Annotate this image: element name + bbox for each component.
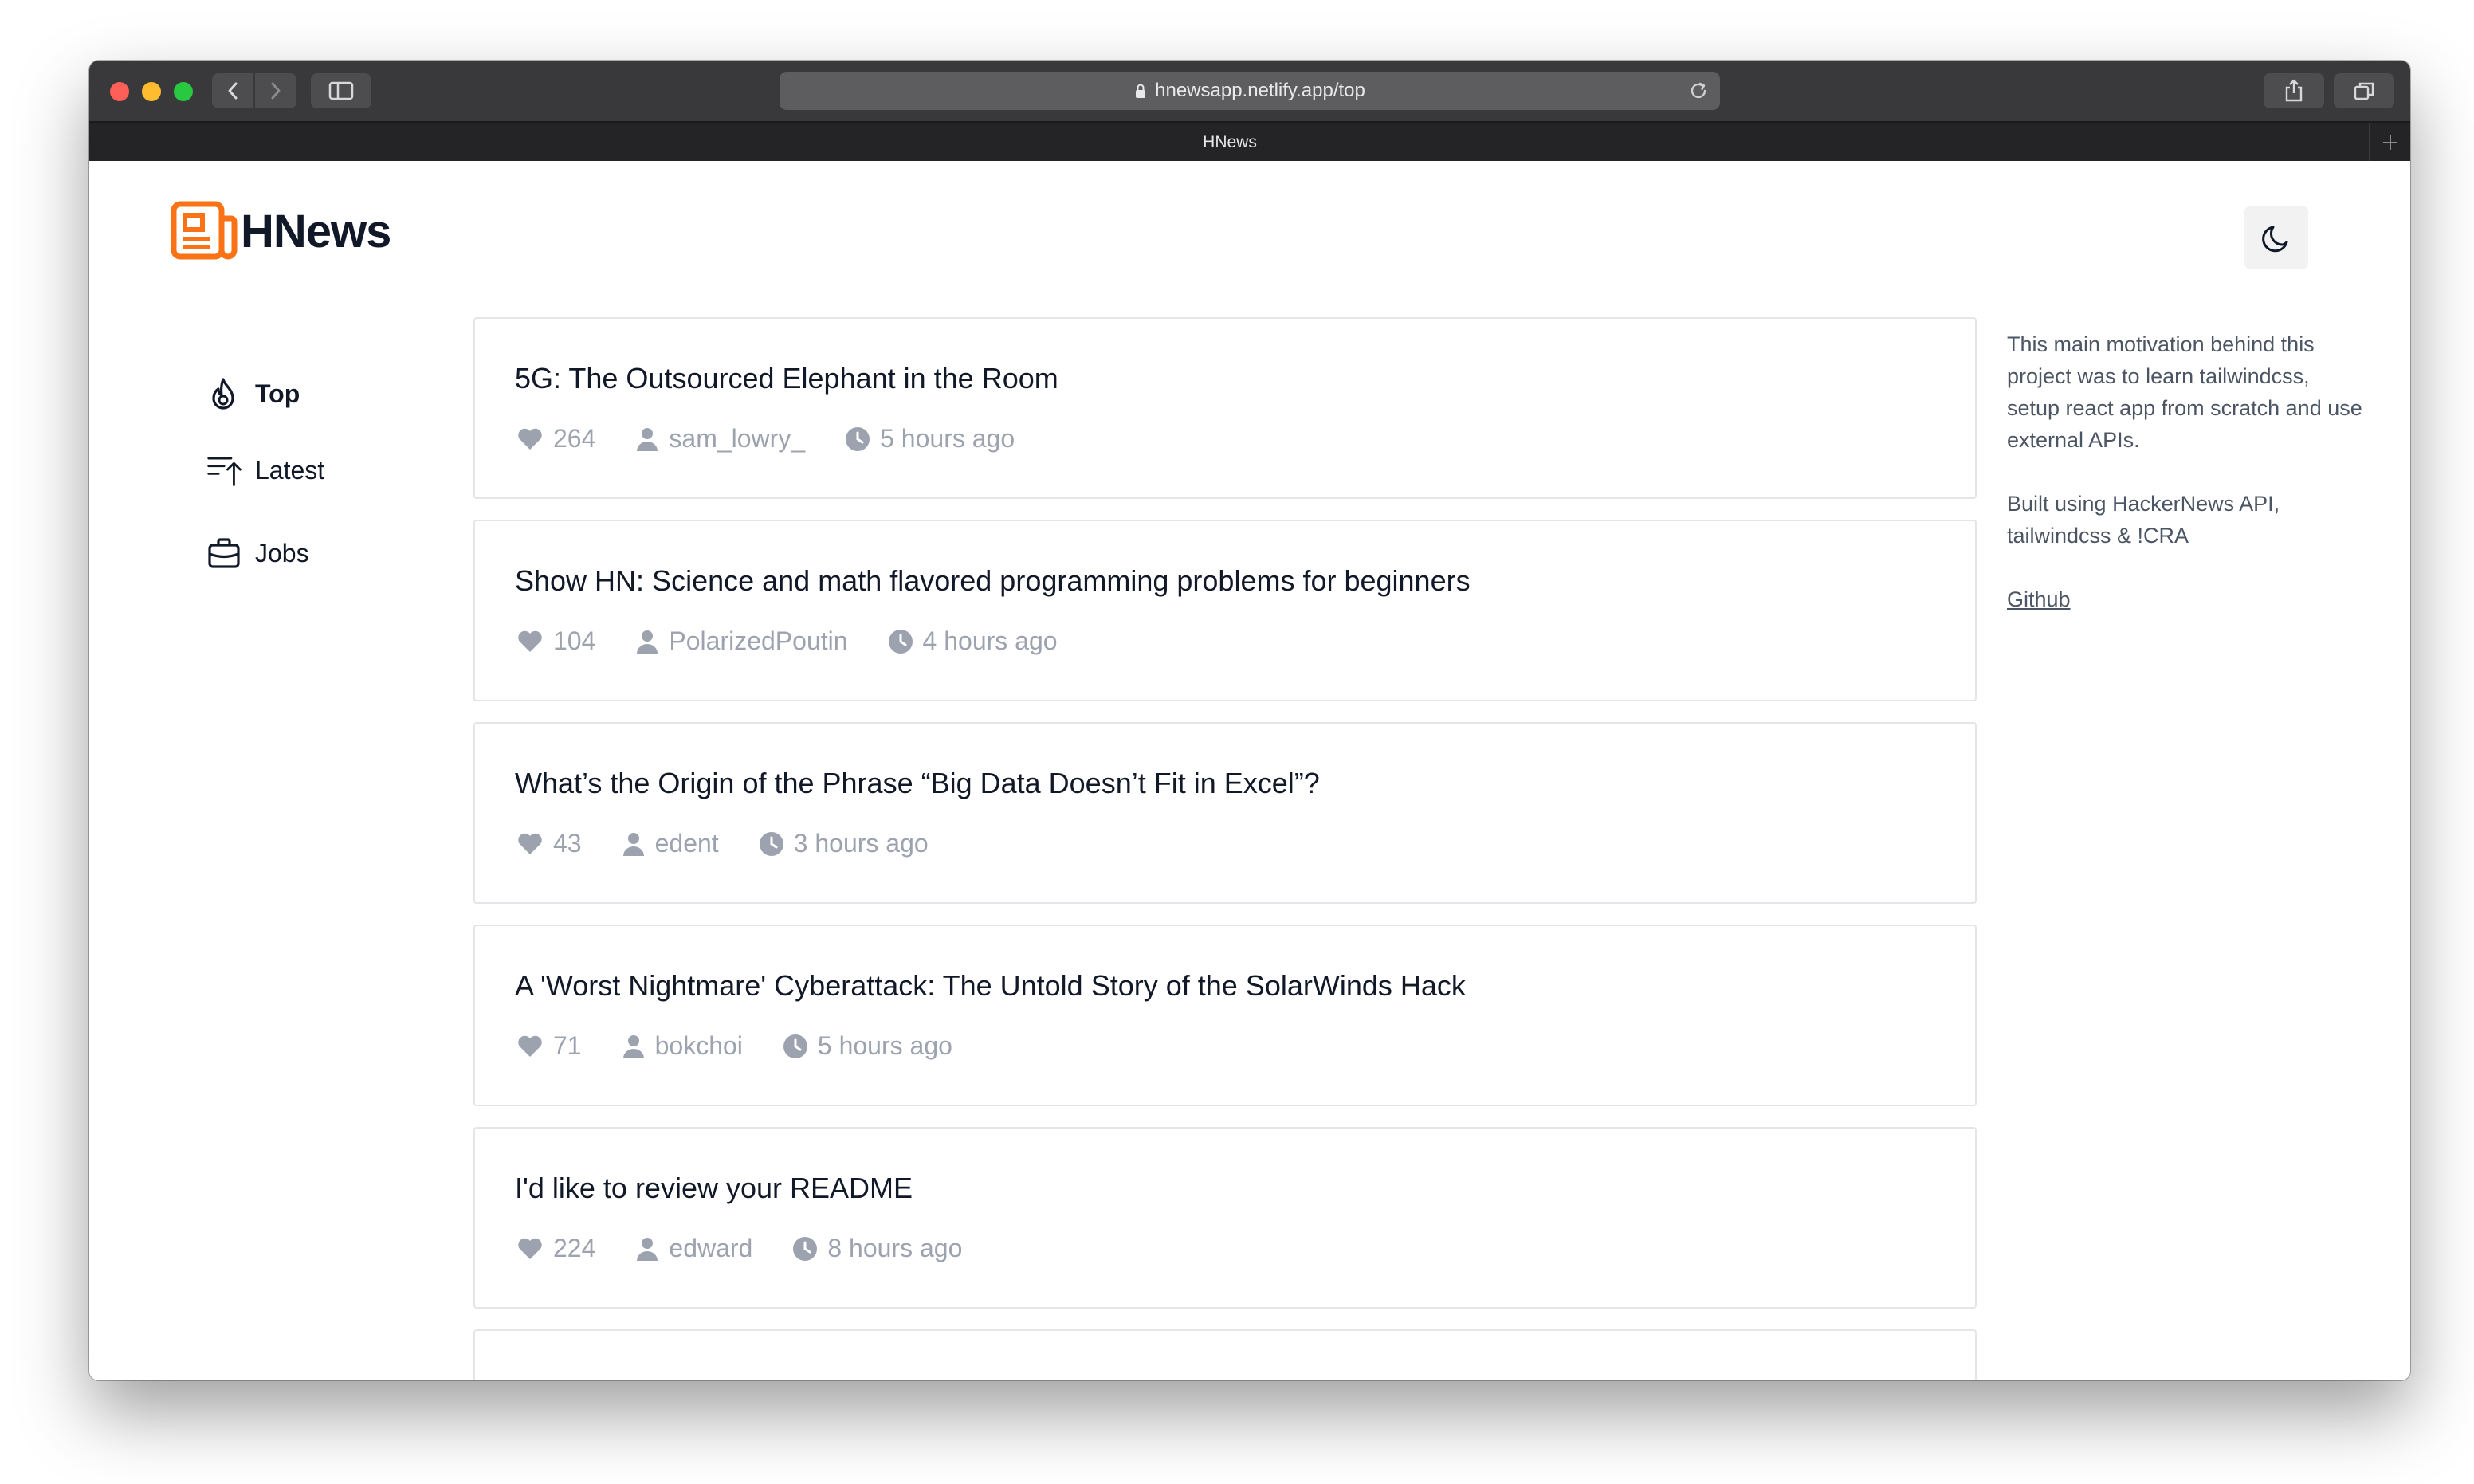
clock-icon (783, 1034, 807, 1058)
user-icon (637, 1237, 658, 1261)
story-title[interactable]: I'd like to review your README (515, 1172, 913, 1205)
address-bar[interactable]: hnewsapp.netlify.app/top (780, 72, 1720, 110)
user-icon (622, 1034, 644, 1058)
heart-icon (518, 1035, 542, 1057)
about-sidebar: This main motivation behind this project… (2007, 328, 2366, 615)
theme-toggle-button[interactable] (2244, 206, 2308, 269)
nav-item-jobs[interactable]: Jobs (207, 531, 309, 575)
url-text: hnewsapp.netlify.app/top (1155, 80, 1365, 101)
logo[interactable]: HNews (171, 201, 391, 261)
story-card[interactable]: A 'Worst Nightmare' Cyberattack: The Unt… (473, 925, 1977, 1106)
web-page: HNews Top Latest Jobs 5G: The Outsourced… (89, 161, 2410, 1380)
heart-icon (518, 428, 542, 450)
story-card[interactable]: I'd like to review your README 224 edwar… (473, 1127, 1977, 1309)
chevron-right-icon (271, 82, 281, 100)
logo-text: HNews (241, 205, 391, 257)
story-card[interactable]: 5G: The Outsourced Elephant in the Room … (473, 317, 1977, 499)
reload-icon[interactable] (1688, 80, 1709, 101)
story-points: 71 (553, 1031, 582, 1060)
clock-icon (888, 629, 913, 654)
story-author[interactable]: bokchoi (655, 1031, 743, 1061)
user-icon (637, 630, 658, 654)
browser-toolbar: hnewsapp.netlify.app/top (89, 61, 2410, 121)
heart-icon (518, 833, 542, 854)
forward-button[interactable] (253, 73, 296, 108)
story-author[interactable]: sam_lowry_ (669, 424, 805, 453)
story-points: 264 (553, 424, 596, 453)
share-icon (2285, 79, 2303, 102)
plus-icon (2383, 135, 2397, 150)
maximize-window-button[interactable] (174, 82, 193, 101)
story-title[interactable]: What’s the Origin of the Phrase “Big Dat… (515, 767, 1320, 800)
briefcase-icon (208, 538, 240, 568)
story-author[interactable]: edent (655, 829, 719, 858)
heart-icon (518, 1238, 542, 1259)
fire-icon (212, 378, 234, 410)
tabs-icon (2354, 82, 2374, 100)
heart-icon (518, 630, 542, 652)
story-meta: 264 sam_lowry_ 5 hours ago (516, 424, 1054, 453)
story-card[interactable]: Show HN: Science and math flavored progr… (473, 520, 1977, 701)
browser-window: hnewsapp.netlify.app/top HNews HNews Top… (89, 61, 2410, 1380)
new-tab-button[interactable] (2369, 123, 2410, 163)
story-time: 3 hours ago (793, 829, 929, 858)
sort-up-icon (207, 457, 242, 486)
about-text: This main motivation behind this project… (2007, 332, 2362, 452)
nav-label-latest: Latest (255, 455, 325, 485)
story-points: 224 (553, 1234, 596, 1262)
built-with-text: Built using HackerNews API, tailwindcss … (2007, 492, 2280, 548)
history-nav (212, 73, 296, 108)
story-meta: 104 PolarizedPoutin 4 hours ago (516, 626, 1098, 656)
nav-label-jobs: Jobs (255, 538, 309, 567)
nav-item-latest[interactable]: Latest (207, 448, 324, 493)
back-button[interactable] (212, 73, 253, 108)
story-meta: 71 bokchoi 5 hours ago (516, 1031, 992, 1061)
story-card-partial[interactable] (473, 1329, 1977, 1380)
story-author[interactable]: PolarizedPoutin (669, 626, 847, 656)
chevron-left-icon (228, 82, 238, 100)
story-meta: 43 edent 3 hours ago (516, 829, 968, 858)
story-meta: 224 edward 8 hours ago (516, 1234, 1002, 1263)
clock-icon (793, 1236, 818, 1261)
sidebar-toggle-button[interactable] (311, 73, 371, 108)
story-time: 4 hours ago (922, 626, 1058, 655)
clock-icon (846, 426, 870, 451)
story-title[interactable]: Show HN: Science and math flavored progr… (515, 564, 1471, 598)
minimize-window-button[interactable] (142, 82, 161, 101)
nav-label-top: Top (255, 379, 300, 408)
newspaper-logo-icon (171, 201, 238, 260)
user-icon (637, 427, 658, 451)
share-button[interactable] (2264, 73, 2324, 108)
lock-icon (1136, 84, 1146, 98)
nav-item-top[interactable]: Top (207, 371, 300, 416)
story-title[interactable]: A 'Worst Nightmare' Cyberattack: The Unt… (515, 969, 1466, 1003)
clock-icon (759, 831, 783, 856)
story-time: 5 hours ago (880, 424, 1015, 453)
story-time: 8 hours ago (827, 1234, 963, 1262)
story-author[interactable]: edward (669, 1234, 752, 1263)
close-window-button[interactable] (110, 82, 129, 101)
story-points: 104 (553, 626, 596, 655)
user-icon (622, 832, 644, 856)
story-title[interactable]: 5G: The Outsourced Elephant in the Room (515, 362, 1058, 395)
tab-hnews[interactable]: HNews (89, 123, 2370, 163)
tab-overview-button[interactable] (2334, 73, 2394, 108)
story-card[interactable]: What’s the Origin of the Phrase “Big Dat… (473, 722, 1977, 904)
story-time: 5 hours ago (817, 1031, 952, 1060)
sidebar-icon (328, 81, 354, 100)
story-points: 43 (553, 829, 582, 858)
moon-icon (2262, 226, 2288, 253)
github-link[interactable]: Github (2007, 587, 2071, 611)
tab-bar: HNews (89, 121, 2410, 163)
